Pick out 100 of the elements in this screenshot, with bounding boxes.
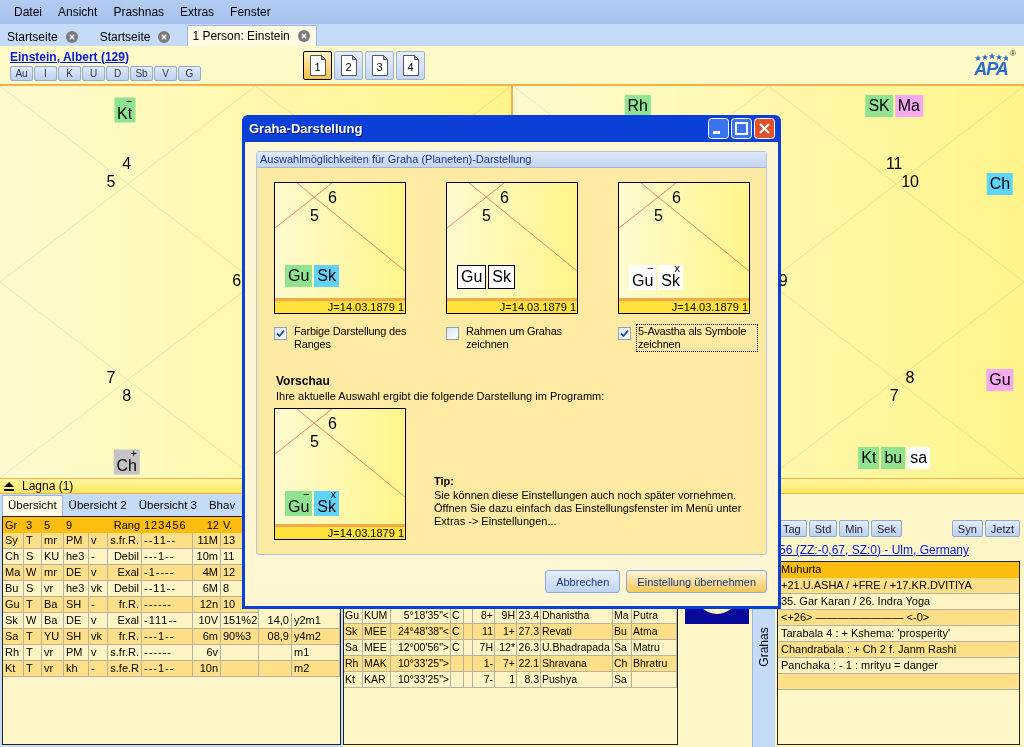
table-cell: 10°33'25"> (391, 672, 451, 688)
menu-item[interactable]: Prashnas (105, 5, 173, 19)
table-cell (464, 656, 473, 672)
close-icon[interactable] (297, 30, 310, 42)
table-cell: Ch (3, 549, 24, 565)
time-step-button[interactable]: Std (808, 520, 838, 537)
chart-type-button[interactable]: Au (10, 65, 33, 81)
menu-item[interactable]: Datei (6, 5, 50, 19)
close-icon[interactable] (158, 30, 171, 43)
table-cell: --11-- (142, 533, 193, 549)
chart-type-button[interactable]: D (106, 65, 129, 81)
table-cell: 12°00'56"> (391, 640, 451, 656)
column-header: 9 (65, 518, 74, 533)
chart-type-button[interactable]: I (34, 65, 57, 81)
view-tab[interactable]: Übersicht (2, 495, 63, 516)
table-cell: he3 (64, 581, 89, 597)
menu-item[interactable]: Extras (172, 5, 223, 19)
table-cell: Bu (613, 624, 632, 640)
avastha-mark: − (302, 489, 310, 500)
table-cell: vk (89, 629, 108, 645)
table-cell: mr (42, 565, 64, 581)
table-cell: DE (64, 565, 89, 581)
table-cell: 7+ (495, 656, 517, 672)
close-icon[interactable] (65, 30, 78, 43)
person-link[interactable]: Einstein, Albert (129) (10, 49, 303, 64)
house-number: 5 (310, 208, 319, 224)
graha-label: Ma (894, 94, 923, 117)
time-button[interactable]: Syn (951, 520, 983, 537)
column-header: V. (222, 518, 234, 533)
table-cell: 1- (473, 656, 495, 672)
checkbox-label[interactable]: Rahmen um Grahas zeichnen (464, 324, 586, 352)
chart-type-button[interactable]: U (82, 65, 105, 81)
table-cell: Exal (108, 565, 142, 581)
table-cell: YU (42, 629, 64, 645)
minimize-icon[interactable] (708, 118, 729, 139)
menu-item[interactable]: Ansicht (50, 5, 106, 19)
eject-icon[interactable] (4, 481, 14, 491)
table-cell: Rh (344, 656, 363, 672)
time-button[interactable]: Jetzt (984, 520, 1020, 537)
page-button[interactable]: 1 (303, 50, 332, 80)
cancel-button[interactable]: Abbrechen (545, 570, 621, 593)
chart-type-button[interactable]: V (154, 65, 177, 81)
chart-type-button[interactable]: K (58, 65, 81, 81)
tip-title: Tip: (434, 475, 455, 487)
maximize-icon[interactable] (731, 118, 752, 139)
view-tab[interactable]: Bhav (202, 495, 242, 516)
checkbox-label[interactable]: 5-Avastha als Symbole zeichnen (636, 324, 758, 352)
table-cell: +21.U.ASHA / +FRE / +17.KR.DVITIYA (778, 578, 1019, 594)
time-step-button[interactable]: Min (839, 520, 869, 537)
table-cell: T (24, 533, 42, 549)
group-title: Auswahlmöglichkeiten für Graha (Planeten)-Darstellung (257, 152, 766, 168)
house-number: 7 (889, 387, 899, 406)
dialog-title: Graha-Darstellung (249, 121, 363, 136)
graha-label: Gu (986, 369, 1014, 391)
page-button[interactable]: 3 (365, 50, 394, 80)
table-cell: 6v (193, 645, 221, 661)
avastha-mark: x (674, 263, 680, 274)
table-cell (451, 672, 464, 688)
table-cell (464, 624, 473, 640)
table-cell: 10n (193, 661, 221, 677)
table-cell: Sa (344, 640, 363, 656)
table-cell: kh (64, 661, 89, 677)
table-cell: Sa (613, 672, 632, 688)
view-tab[interactable]: Übersicht 2 (62, 495, 133, 516)
checkbox[interactable] (446, 327, 459, 340)
table-cell (464, 608, 473, 624)
close-icon[interactable] (754, 118, 775, 139)
document-tab[interactable]: 1 Person: Einstein (187, 25, 317, 46)
chart-type-button[interactable]: G (178, 65, 201, 81)
document-icon (310, 54, 326, 76)
table-cell: C (451, 624, 464, 640)
table-cell: --11-- (142, 581, 193, 597)
table-cell: ---1-- (142, 661, 193, 677)
menu-item[interactable]: Fenster (222, 5, 279, 19)
page-button[interactable]: 2 (334, 50, 363, 80)
column-header: 3 (25, 518, 34, 533)
table-cell: - (89, 549, 108, 565)
checkbox-label[interactable]: Farbige Darstellung des Ranges (292, 324, 414, 352)
column-header: Gr (4, 518, 19, 533)
page-button[interactable]: 4 (396, 50, 425, 80)
table-cell: 26.3 (517, 640, 541, 656)
checkbox[interactable] (618, 327, 631, 340)
table-cell: Chandrabala : + Ch 2 f. Janm Rashi (778, 642, 1019, 658)
view-tab[interactable]: Übersicht 3 (132, 495, 203, 516)
table-cell: KU (42, 549, 64, 565)
table-cell: Matru (632, 640, 677, 656)
checkbox[interactable] (274, 327, 287, 340)
document-tab[interactable]: Startseite (94, 26, 178, 46)
avastha-mark: x (330, 489, 336, 500)
time-step-button[interactable]: Sek (871, 520, 902, 537)
document-tab[interactable]: Startseite (2, 26, 85, 46)
graha-label: Sk x (658, 265, 683, 290)
section-description: Ihre aktuelle Auswahl ergibt die folgende Darstellung im Programm: (276, 390, 606, 402)
chart-type-button[interactable]: Sb (130, 65, 153, 81)
avastha-mark: − (646, 263, 654, 274)
table-cell: vr (42, 581, 64, 597)
graha-label: Sk (314, 265, 339, 287)
house-number: 6 (672, 190, 681, 206)
apply-button[interactable]: Einstellung übernehmen (626, 570, 767, 593)
house-number: 6 (328, 190, 337, 206)
